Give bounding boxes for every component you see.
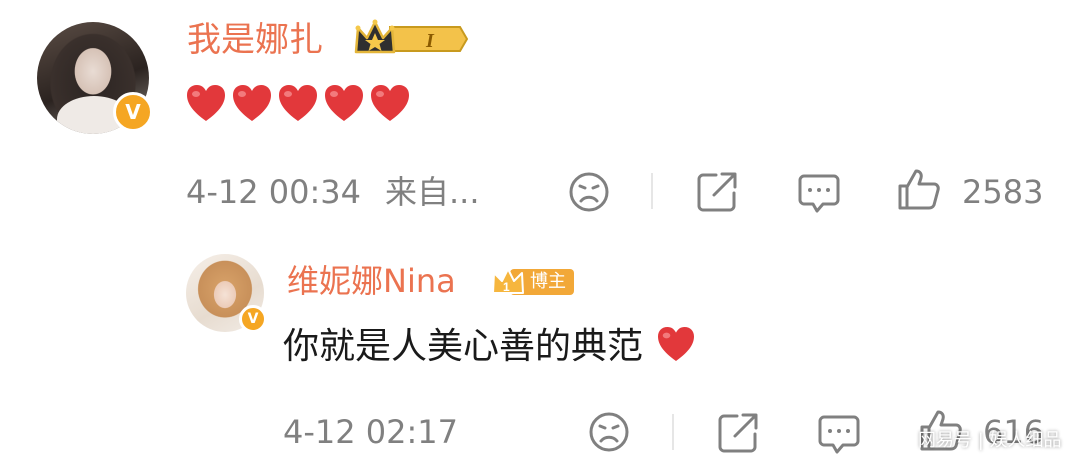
heart-icon (187, 85, 225, 121)
reply-content: 你就是人美心善的典范 (283, 322, 696, 372)
verified-v-icon: V (113, 92, 153, 132)
heart-icon (279, 85, 317, 121)
replier-username[interactable]: 维妮娜Nina (287, 260, 456, 302)
share-icon[interactable] (694, 169, 740, 215)
comment-icon[interactable] (816, 411, 862, 457)
commenter-avatar-wrap[interactable]: V (37, 22, 153, 134)
crown-level-badge[interactable]: I (352, 18, 469, 64)
commenter-username[interactable]: 我是娜扎 (187, 18, 323, 62)
watermark: 网易号 | 娱人细品 (918, 430, 1062, 451)
action-divider (651, 173, 653, 209)
dislike-face-icon[interactable] (587, 410, 631, 454)
heart-icon (325, 85, 363, 121)
replier-avatar-wrap[interactable]: V (186, 254, 267, 333)
reply-text: 你就是人美心善的典范 (283, 326, 644, 367)
like-count: 2583 (962, 173, 1044, 211)
heart-icon (658, 326, 695, 362)
verified-v-icon: V (239, 305, 267, 333)
comment-icon[interactable] (796, 170, 842, 216)
reply-timestamp: 4-12 02:17 (283, 413, 459, 451)
blogger-badge: 1 博主 (490, 267, 574, 297)
thumbs-up-icon[interactable] (896, 167, 942, 213)
comment-timestamp: 4-12 00:34 (186, 173, 362, 211)
comment-source[interactable]: 来自... (385, 170, 480, 214)
heart-icon (233, 85, 271, 121)
crown-icon: 1 (492, 268, 524, 294)
level-number: I (425, 30, 435, 52)
action-divider (672, 414, 674, 450)
svg-text:1: 1 (503, 280, 510, 294)
dislike-face-icon[interactable] (567, 170, 611, 214)
share-icon[interactable] (715, 410, 761, 456)
heart-icon (371, 85, 409, 121)
comment-content: ❤️❤️❤️❤️❤️ (186, 84, 416, 128)
